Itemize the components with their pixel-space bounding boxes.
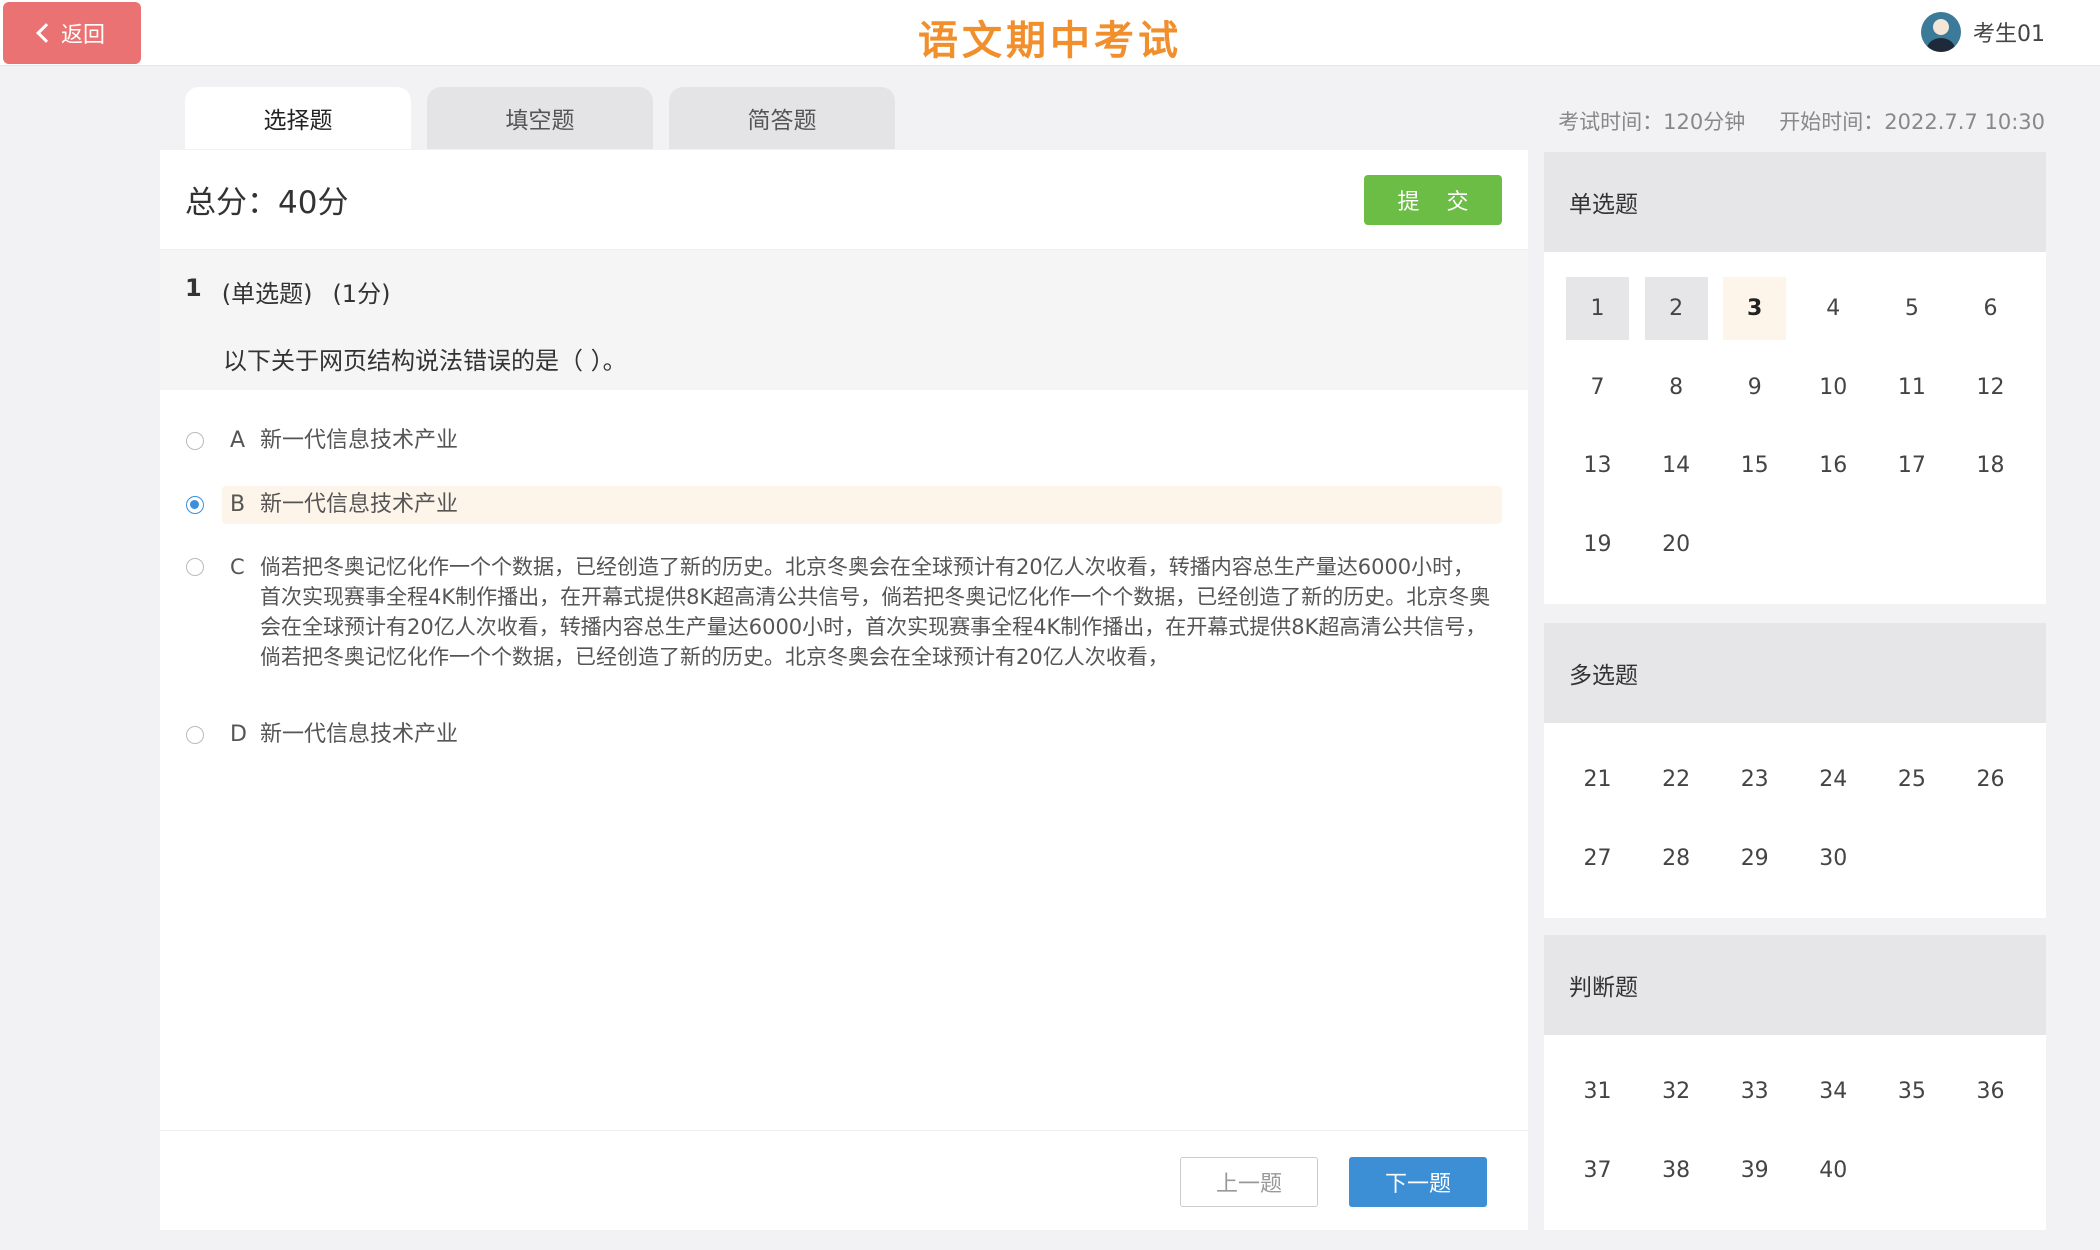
- option-letter: B: [230, 492, 246, 517]
- question-number-38[interactable]: 38: [1645, 1139, 1708, 1202]
- radio-option-d[interactable]: [186, 726, 204, 744]
- exam-meta: 考试时间：120分钟 开始时间：2022.7.7 10:30: [1558, 106, 2045, 136]
- question-number-14[interactable]: 14: [1645, 434, 1708, 497]
- option-d[interactable]: D 新一代信息技术产业: [160, 716, 1528, 754]
- question-number-31[interactable]: 31: [1566, 1060, 1629, 1123]
- total-score: 总分：40分: [185, 185, 349, 221]
- tab-fill-blank[interactable]: 填空题: [427, 87, 653, 149]
- user-info[interactable]: 考生01: [1921, 12, 2045, 52]
- question-number-8[interactable]: 8: [1645, 356, 1708, 419]
- question-number-4[interactable]: 4: [1802, 277, 1865, 340]
- question-number-9[interactable]: 9: [1723, 356, 1786, 419]
- question-number-11[interactable]: 11: [1880, 356, 1943, 419]
- option-letter: C: [230, 555, 245, 579]
- question-text: 以下关于网页结构说法错误的是（ ）。: [223, 347, 627, 375]
- question-info: 1 (单选题) (1分): [185, 274, 1503, 309]
- question-number-3[interactable]: 3: [1723, 277, 1787, 340]
- tab-choice[interactable]: 选择题: [185, 87, 411, 149]
- option-text: 倘若把冬奥记忆化作一个个数据，已经创造了新的历史。北京冬奥会在全球预计有20亿人…: [260, 555, 1491, 669]
- question-grid: 21 22 23 24 25 26 27 28 29 30: [1544, 723, 2046, 890]
- option-text: 新一代信息技术产业: [260, 722, 459, 747]
- option-c[interactable]: C 倘若把冬奥记忆化作一个个数据，已经创造了新的历史。北京冬奥会在全球预计有20…: [160, 548, 1528, 676]
- exam-duration: 考试时间：120分钟: [1558, 110, 1746, 134]
- question-number-17[interactable]: 17: [1880, 434, 1943, 497]
- question-number-40[interactable]: 40: [1802, 1139, 1865, 1202]
- exam-start-time: 开始时间：2022.7.7 10:30: [1779, 110, 2045, 134]
- question-panel: 总分：40分 提 交 1 (单选题) (1分) 以下关于网页结构说法错误的是（ …: [160, 150, 1528, 1230]
- question-number-2[interactable]: 2: [1644, 277, 1708, 340]
- top-header: 返回 语文期中考试 考生01: [0, 0, 2100, 66]
- question-number-21[interactable]: 21: [1566, 748, 1629, 811]
- radio-option-b[interactable]: [186, 496, 204, 514]
- question-number-33[interactable]: 33: [1723, 1060, 1786, 1123]
- question-number-23[interactable]: 23: [1723, 748, 1786, 811]
- question-number-32[interactable]: 32: [1645, 1060, 1708, 1123]
- true-false-card: 判断题 31 32 33 34 35 36 37 38 39 40: [1544, 935, 2046, 1230]
- submit-button[interactable]: 提 交: [1364, 174, 1502, 225]
- next-question-button[interactable]: 下一题: [1349, 1157, 1487, 1207]
- navigation-bar: 上一题 下一题: [160, 1130, 1528, 1230]
- question-number-39[interactable]: 39: [1723, 1139, 1786, 1202]
- prev-question-button[interactable]: 上一题: [1180, 1157, 1318, 1207]
- tab-short-answer[interactable]: 简答题: [669, 87, 895, 149]
- section-title: 判断题: [1544, 935, 2046, 1035]
- option-text: 新一代信息技术产业: [260, 428, 459, 453]
- option-letter: D: [230, 722, 247, 747]
- score-row: 总分：40分 提 交: [160, 150, 1528, 250]
- options-list: A 新一代信息技术产业 B 新一代信息技术产业 C 倘若把冬奥记忆化作一个个数据…: [160, 390, 1528, 754]
- question-points: (1分): [332, 280, 391, 308]
- question-number-29[interactable]: 29: [1723, 827, 1786, 890]
- option-text: 新一代信息技术产业: [260, 492, 459, 517]
- question-number-27[interactable]: 27: [1566, 827, 1629, 890]
- page-title: 语文期中考试: [918, 18, 1182, 64]
- question-number-7[interactable]: 7: [1566, 356, 1629, 419]
- question-number-15[interactable]: 15: [1723, 434, 1786, 497]
- question-type-tabs: 选择题 填空题 简答题: [185, 87, 895, 149]
- question-number-1[interactable]: 1: [1566, 277, 1629, 340]
- question-number-34[interactable]: 34: [1802, 1060, 1865, 1123]
- question-number-22[interactable]: 22: [1645, 748, 1708, 811]
- question-number: 1: [185, 274, 202, 302]
- question-header: 1 (单选题) (1分) 以下关于网页结构说法错误的是（ ）。: [160, 250, 1528, 390]
- question-number-16[interactable]: 16: [1802, 434, 1865, 497]
- avatar: [1921, 12, 1961, 52]
- question-number-13[interactable]: 13: [1566, 434, 1629, 497]
- question-number-36[interactable]: 36: [1959, 1060, 2022, 1123]
- radio-option-c[interactable]: [186, 558, 204, 576]
- option-b[interactable]: B 新一代信息技术产业: [160, 486, 1528, 524]
- question-number-10[interactable]: 10: [1802, 356, 1865, 419]
- option-letter: A: [230, 428, 246, 453]
- option-a[interactable]: A 新一代信息技术产业: [160, 422, 1528, 460]
- single-choice-card: 单选题 1 2 3 4 5 6 7 8 9 10 11 12 13 14 15 16 17 18 19 20: [1544, 152, 2046, 604]
- question-number-6[interactable]: 6: [1959, 277, 2022, 340]
- section-title: 单选题: [1544, 152, 2046, 252]
- question-grid: 1 2 3 4 5 6 7 8 9 10 11 12 13 14 15 16 17 18 19 20: [1544, 252, 2046, 576]
- question-number-19[interactable]: 19: [1566, 513, 1629, 576]
- question-number-24[interactable]: 24: [1802, 748, 1865, 811]
- question-number-25[interactable]: 25: [1880, 748, 1943, 811]
- question-number-12[interactable]: 12: [1959, 356, 2022, 419]
- question-number-18[interactable]: 18: [1959, 434, 2022, 497]
- user-name: 考生01: [1973, 22, 2045, 47]
- question-number-20[interactable]: 20: [1645, 513, 1708, 576]
- question-number-37[interactable]: 37: [1566, 1139, 1629, 1202]
- question-number-30[interactable]: 30: [1802, 827, 1865, 890]
- question-type: (单选题): [221, 280, 313, 308]
- question-number-26[interactable]: 26: [1959, 748, 2022, 811]
- multi-choice-card: 多选题 21 22 23 24 25 26 27 28 29 30: [1544, 623, 2046, 918]
- question-number-28[interactable]: 28: [1645, 827, 1708, 890]
- question-number-35[interactable]: 35: [1880, 1060, 1943, 1123]
- question-grid: 31 32 33 34 35 36 37 38 39 40: [1544, 1035, 2046, 1202]
- radio-option-a[interactable]: [186, 432, 204, 450]
- question-number-5[interactable]: 5: [1880, 277, 1943, 340]
- section-title: 多选题: [1544, 623, 2046, 723]
